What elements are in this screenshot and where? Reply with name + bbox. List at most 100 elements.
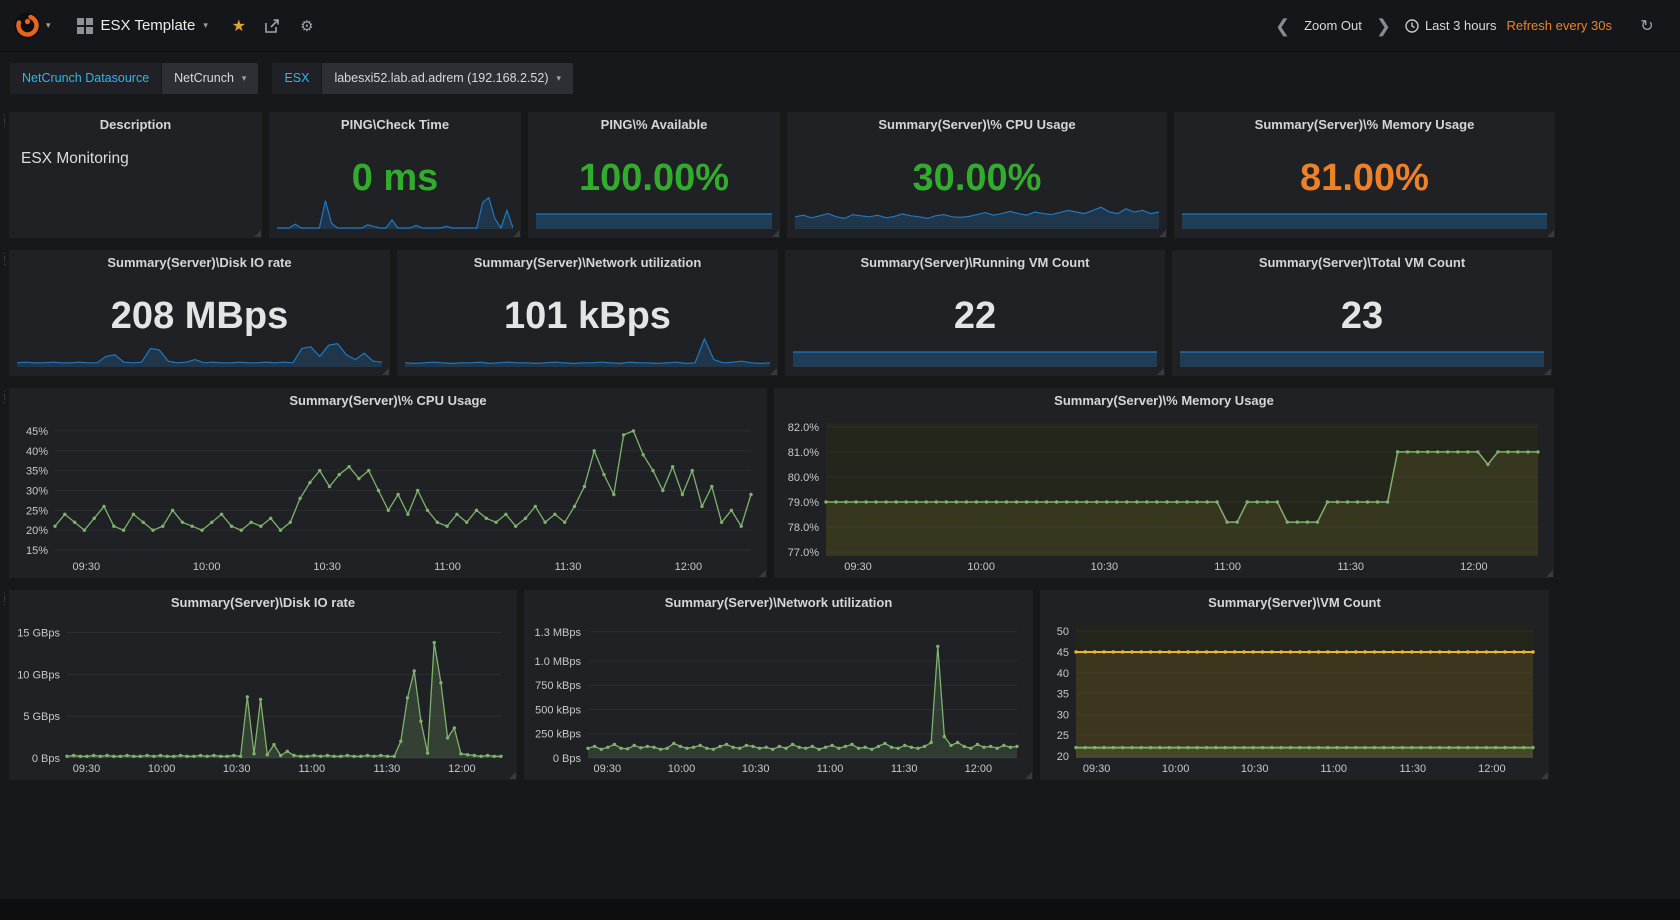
disk-io-chart[interactable]: 0 Bps 5 GBps 10 GBps 15 GBps 09:30 10:00 10:30… (15, 617, 511, 776)
panel-title[interactable]: Summary(Server)\% Memory Usage (1174, 112, 1555, 138)
vm-count-chart[interactable]: 20 25 30 35 40 45 50 09:30 10:00 10:30 11:00 11:30 1… (1046, 617, 1543, 776)
sparkline (793, 351, 1157, 367)
panel-cpu-usage-stat: Summary(Server)\% CPU Usage 30.00% (787, 112, 1167, 238)
template-variable-bar: NetCrunch Datasource NetCrunch ▾ ESX lab… (0, 52, 1680, 104)
panel-title[interactable]: Summary(Server)\% Memory Usage (774, 388, 1554, 414)
zoom-out-button[interactable]: Zoom Out (1304, 18, 1362, 33)
refresh-interval-button[interactable]: Refresh every 30s (1507, 18, 1613, 33)
star-icon[interactable]: ★ (222, 0, 256, 52)
svg-text:20%: 20% (26, 525, 48, 537)
sparkline (536, 213, 772, 229)
panel-title[interactable]: Summary(Server)\% CPU Usage (787, 112, 1167, 138)
panel-title[interactable]: Description (9, 112, 262, 138)
stat-value: 22 (953, 294, 997, 337)
svg-text:11:00: 11:00 (1214, 561, 1241, 573)
svg-text:0 Bps: 0 Bps (32, 753, 61, 765)
caret-down-icon: ▾ (241, 72, 247, 83)
svg-text:10:00: 10:00 (1162, 763, 1190, 775)
panel-disk-io-stat: Summary(Server)\Disk IO rate 208 MBps (9, 250, 390, 376)
svg-text:15 GBps: 15 GBps (17, 628, 60, 640)
clock-icon (1405, 18, 1419, 33)
svg-text:11:00: 11:00 (298, 763, 325, 775)
panel-running-vm-count: Summary(Server)\Running VM Count 22 (785, 250, 1165, 376)
chevron-right-icon[interactable]: ❯ (1372, 17, 1395, 35)
panel-cpu-usage-graph: Summary(Server)\% CPU Usage 15% 20% 25% 30%… (9, 388, 767, 578)
svg-text:79.0%: 79.0% (788, 497, 819, 509)
svg-text:45: 45 (1057, 647, 1069, 659)
svg-text:11:30: 11:30 (374, 763, 401, 775)
panel-title[interactable]: PING\Check Time (269, 112, 521, 138)
svg-text:11:30: 11:30 (1399, 763, 1426, 775)
variable-value: NetCrunch (174, 71, 234, 85)
sparkline (795, 206, 1159, 229)
panel-memory-usage-graph: Summary(Server)\% Memory Usage 77.0% 78.0… (774, 388, 1554, 578)
svg-text:12:00: 12:00 (675, 561, 703, 573)
panel-title[interactable]: Summary(Server)\Network utilization (397, 250, 778, 276)
svg-text:11:00: 11:00 (434, 561, 461, 573)
svg-text:20: 20 (1057, 751, 1069, 763)
svg-text:1.0 MBps: 1.0 MBps (535, 656, 582, 668)
svg-text:10:30: 10:30 (742, 763, 770, 775)
caret-down-icon: ▾ (203, 20, 208, 30)
svg-text:78.0%: 78.0% (788, 522, 819, 534)
svg-text:10:30: 10:30 (1091, 561, 1119, 573)
svg-text:35%: 35% (26, 466, 48, 478)
sparkline (1180, 351, 1544, 367)
variable-dropdown-esx[interactable]: labesxi52.lab.ad.adrem (192.168.2.52) ▾ (322, 62, 574, 94)
network-utilization-chart[interactable]: 0 Bps 250 kBps 500 kBps 750 kBps 1.0 MBps 1.3… (530, 617, 1027, 776)
dashboard-picker[interactable]: ESX Template ▾ (63, 0, 222, 51)
stat-value: 100.00% (578, 156, 729, 199)
panel-title[interactable]: Summary(Server)\Running VM Count (785, 250, 1165, 276)
panel-title[interactable]: Summary(Server)\% CPU Usage (9, 388, 767, 414)
row-drag-handle[interactable]: ⋮⋮ ⋮⋮ (0, 252, 17, 266)
row-drag-handle[interactable]: ⋮⋮ ⋮⋮ (0, 390, 17, 404)
svg-text:45%: 45% (26, 426, 48, 438)
cpu-usage-chart[interactable]: 15% 20% 25% 30% 35% 40% 45% 09:30 10:00 10:30 11:0… (15, 415, 761, 574)
panel-disk-io-graph: Summary(Server)\Disk IO rate 0 Bps 5 GBps… (9, 590, 517, 780)
panel-title[interactable]: PING\% Available (528, 112, 780, 138)
refresh-icon[interactable]: ↻ (1630, 0, 1664, 52)
svg-text:12:00: 12:00 (448, 763, 476, 775)
panel-ping-check-time: PING\Check Time 0 ms (269, 112, 521, 238)
panel-title[interactable]: Summary(Server)\Network utilization (524, 590, 1033, 616)
svg-text:500 kBps: 500 kBps (535, 705, 581, 717)
panel-description: Description ESX Monitoring (9, 112, 262, 238)
panel-title[interactable]: Summary(Server)\VM Count (1040, 590, 1549, 616)
sparkline (405, 337, 770, 367)
bottom-bar (0, 899, 1680, 920)
time-range-picker[interactable]: Last 3 hours (1405, 18, 1497, 33)
gear-icon[interactable]: ⚙ (290, 0, 324, 52)
grafana-logo[interactable]: ▾ (0, 0, 63, 51)
svg-text:25: 25 (1057, 730, 1069, 742)
memory-usage-chart[interactable]: 77.0% 78.0% 79.0% 80.0% 81.0% 82.0% 09:30 10:00… (780, 415, 1548, 574)
panel-title[interactable]: Summary(Server)\Total VM Count (1172, 250, 1552, 276)
navbar: ▾ ESX Template ▾ ★ ⚙ ❮ Zoom Out ❯ Last 3… (0, 0, 1680, 52)
dashboard-row-1: ⋮⋮ ⋮⋮ Description ESX Monitoring PING\Che… (0, 112, 1680, 238)
svg-text:09:30: 09:30 (844, 561, 872, 573)
svg-text:250 kBps: 250 kBps (535, 729, 581, 741)
panel-title[interactable]: Summary(Server)\Disk IO rate (9, 250, 390, 276)
share-icon[interactable] (256, 0, 290, 52)
svg-text:30%: 30% (26, 486, 48, 498)
svg-text:40: 40 (1057, 668, 1069, 680)
svg-text:30: 30 (1057, 709, 1069, 721)
row-drag-handle[interactable]: ⋮⋮ ⋮⋮ (0, 114, 17, 128)
panel-total-vm-count: Summary(Server)\Total VM Count 23 (1172, 250, 1552, 376)
svg-text:11:00: 11:00 (817, 763, 844, 775)
variable-dropdown-datasource[interactable]: NetCrunch ▾ (162, 62, 259, 94)
svg-text:09:30: 09:30 (73, 763, 101, 775)
svg-text:82.0%: 82.0% (788, 422, 819, 434)
panel-title[interactable]: Summary(Server)\Disk IO rate (9, 590, 517, 616)
svg-text:12:00: 12:00 (965, 763, 993, 775)
panel-network-utilization-graph: Summary(Server)\Network utilization 0 Bp… (524, 590, 1033, 780)
dashboard-row-2: ⋮⋮ ⋮⋮ Summary(Server)\Disk IO rate 208 MB… (0, 250, 1680, 376)
svg-text:750 kBps: 750 kBps (535, 680, 581, 692)
panel-memory-usage-stat: Summary(Server)\% Memory Usage 81.00% (1174, 112, 1555, 238)
panel-network-utilization-stat: Summary(Server)\Network utilization 101 … (397, 250, 778, 376)
svg-text:80.0%: 80.0% (788, 472, 819, 484)
dashboard-title: ESX Template (100, 17, 196, 34)
svg-text:11:30: 11:30 (1337, 561, 1364, 573)
row-drag-handle[interactable]: ⋮⋮ ⋮⋮ (0, 592, 17, 606)
grafana-flame-icon (14, 12, 41, 39)
chevron-left-icon[interactable]: ❮ (1271, 17, 1294, 35)
